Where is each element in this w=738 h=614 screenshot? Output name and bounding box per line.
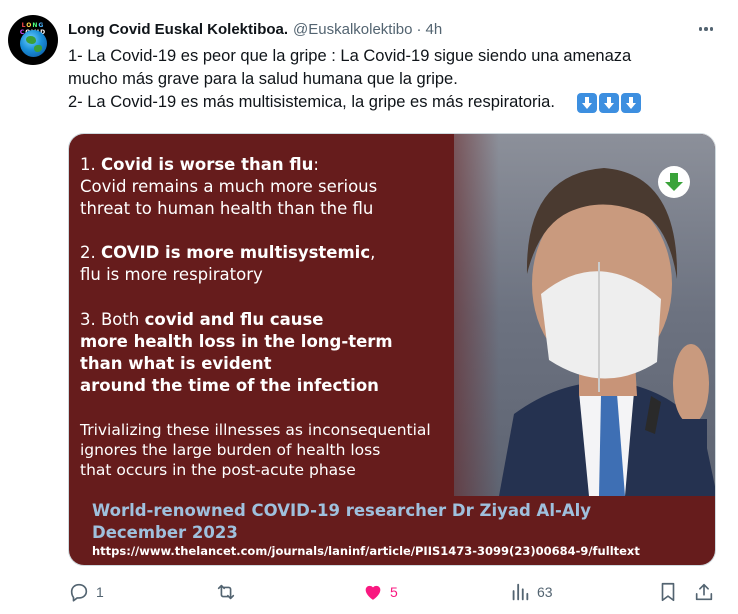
share-icon — [695, 583, 713, 601]
more-dot — [704, 27, 708, 31]
point-number: 3. Both — [80, 310, 145, 329]
point-punct: : — [313, 155, 319, 174]
tweet-image[interactable]: 1. Covid is worse than flu: Covid remain… — [68, 133, 716, 566]
avatar[interactable]: LONG COVID — [8, 15, 58, 65]
image-point-3: 3. Both covid and flu cause more health … — [80, 309, 393, 397]
point-title: more health loss in the long-term — [80, 332, 393, 351]
point-text: flu is more respiratory — [80, 265, 263, 284]
more-dot — [709, 27, 714, 31]
more-dots-icon — [698, 27, 703, 31]
tweet-line: 2- La Covid-19 es más multisistemica, la… — [68, 93, 555, 111]
globe-icon — [20, 30, 47, 57]
point-text: threat to human health than the flu — [80, 199, 374, 218]
credit-line: December 2023 — [92, 523, 238, 542]
point-title: than what is evident — [80, 354, 272, 373]
tweet-line-with-emoji: 2- La Covid-19 es más multisistemica, la… — [68, 91, 718, 114]
credit-line: World-renowned COVID-19 researcher Dr Zi… — [92, 501, 592, 520]
point-title: COVID is more multisystemic — [101, 243, 371, 262]
more-options-button[interactable] — [694, 18, 718, 40]
emoji-row — [576, 93, 641, 113]
bookmark-icon — [661, 582, 675, 602]
down-arrow-icon — [576, 93, 597, 113]
point-number: 1. — [80, 155, 101, 174]
down-arrow-icon — [620, 93, 641, 113]
like-button[interactable]: 5 — [362, 580, 398, 604]
point-title: Covid is worse than flu — [101, 155, 314, 174]
down-arrow-icon — [598, 93, 619, 113]
point-title: covid and flu cause — [144, 310, 324, 329]
image-credit: World-renowned COVID-19 researcher Dr Zi… — [92, 500, 591, 544]
point-punct: , — [370, 243, 376, 262]
image-point-2: 2. COVID is more multisystemic, flu is m… — [80, 242, 375, 286]
heart-icon — [365, 585, 381, 600]
share-button[interactable] — [693, 580, 715, 604]
point-text: Covid remains a much more serious — [80, 177, 378, 196]
author-handle[interactable]: @Euskalkolektibo — [293, 21, 412, 38]
separator-dot: · — [416, 20, 422, 38]
bookmark-button[interactable] — [658, 580, 678, 604]
note-line: Trivializing these illnesses as inconseq… — [80, 421, 431, 439]
note-line: that occurs in the post-acute phase — [80, 461, 356, 479]
image-note: Trivializing these illnesses as inconseq… — [80, 420, 431, 480]
views-icon — [512, 583, 529, 601]
green-down-arrow-icon — [658, 166, 690, 198]
image-source-url: https://www.thelancet.com/journals/lanin… — [92, 544, 640, 558]
note-line: ignores the large burden of health loss — [80, 441, 381, 459]
retweet-icon — [217, 584, 235, 600]
image-point-1: 1. Covid is worse than flu: Covid remain… — [80, 154, 377, 220]
tweet-actions: 1 5 63 — [68, 580, 718, 604]
tweet-header: Long Covid Euskal Kolektiboa. @Euskalkol… — [68, 19, 442, 39]
tweet-line: mucho más grave para la salud humana que… — [68, 70, 458, 88]
timestamp[interactable]: 4h — [425, 21, 442, 38]
author-name[interactable]: Long Covid Euskal Kolektiboa. — [68, 21, 288, 38]
point-number: 2. — [80, 243, 101, 262]
reply-count: 1 — [96, 584, 104, 600]
retweet-button[interactable] — [215, 580, 243, 604]
views-button[interactable]: 63 — [509, 580, 553, 604]
tweet-line: 1- La Covid-19 es peor que la gripe : La… — [68, 47, 632, 65]
like-count: 5 — [390, 584, 398, 600]
reply-icon — [70, 583, 88, 602]
point-title: around the time of the infection — [80, 376, 379, 395]
views-count: 63 — [537, 584, 553, 600]
reply-button[interactable]: 1 — [68, 580, 104, 604]
tweet-text: 1- La Covid-19 es peor que la gripe : La… — [68, 45, 718, 114]
